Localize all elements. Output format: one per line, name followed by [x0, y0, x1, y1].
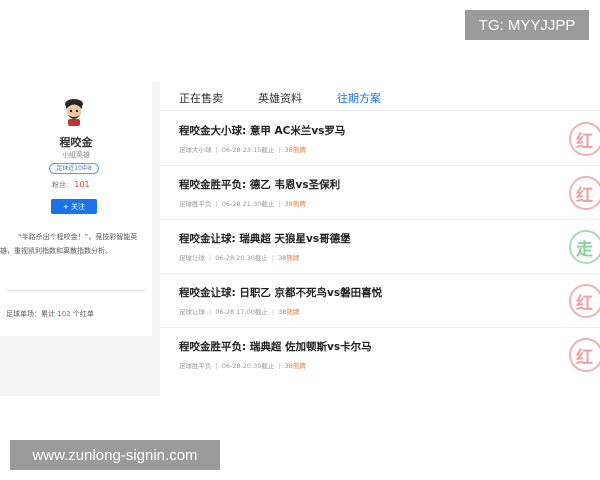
plan-item[interactable]: 程咬金胜平负: 瑞典超 佐加顿斯vs卡尔马 足球胜平负 | 06-28 20:30截…	[160, 328, 600, 381]
divider	[6, 290, 146, 291]
plan-deadline: 06-28 23:15截止	[221, 146, 275, 154]
expert-quote: “半路杀出个程咬金！”，竞技彩智能英雄，重视凯利指数和离散指数分析。	[0, 233, 138, 255]
plan-category: 足球胜平负	[179, 200, 212, 208]
cumulative-record: 足球单场：累计 102 个红单	[6, 309, 94, 319]
plan-category: 足球让球	[179, 308, 205, 316]
cumulative-suffix: 个红单	[72, 310, 94, 318]
site-watermark: www.zunlong-signin.com	[10, 440, 220, 470]
expert-profile-card: 程咬金 小组英雄 足球近10中8 粉丝: 101 + 关注 “半路杀出个程咬金！”…	[0, 82, 152, 336]
cumulative-prefix: 足球单场：累计	[6, 310, 55, 318]
result-stamp-icon: 红	[566, 174, 600, 212]
fans-label: 粉丝:	[52, 181, 69, 189]
plan-sale: 38熊牌	[284, 146, 306, 154]
tab-on-sale[interactable]: 正在售卖	[179, 90, 223, 106]
expert-subtitle: 小组英雄	[62, 151, 90, 159]
stamp-text: 红	[576, 348, 593, 368]
avatar-icon	[65, 99, 83, 126]
plan-category: 足球让球	[179, 254, 205, 262]
stamp-text: 红	[576, 294, 593, 314]
plan-sale: 38熊牌	[278, 254, 300, 262]
result-stamp-icon: 红	[566, 282, 600, 320]
result-stamp-icon: 走	[566, 228, 600, 266]
plan-meta: 足球胜平负 | 06-28 20:30截止 | 38熊牌	[179, 362, 306, 370]
expert-name: 程咬金	[59, 136, 93, 149]
record-badge: 足球近10中8	[49, 163, 99, 174]
plan-item[interactable]: 程咬金让球: 日职乙 京都不死鸟vs磐田喜悦 足球让球 | 06-28 17:00截…	[160, 274, 600, 328]
plan-title[interactable]: 程咬金胜平负: 瑞典超 佐加顿斯vs卡尔马	[179, 339, 372, 354]
tab-hero-profile[interactable]: 英雄资料	[258, 90, 302, 106]
tg-watermark: TG: MYYJJPP	[465, 10, 589, 40]
fans-count: 101	[74, 180, 90, 189]
tab-past-plans[interactable]: 往期方案	[337, 90, 381, 106]
plan-deadline: 06-28 21:30截止	[221, 200, 275, 208]
plan-meta: 足球让球 | 06-28 17:00截止 | 38熊牌	[179, 308, 300, 316]
plan-deadline: 06-28 20:30截止	[215, 254, 268, 262]
plan-sale: 38熊牌	[278, 308, 300, 316]
tg-watermark-text: TG: MYYJJPP	[478, 16, 576, 34]
plan-title[interactable]: 程咬金让球: 日职乙 京都不死鸟vs磐田喜悦	[179, 285, 382, 300]
plan-item[interactable]: 程咬金胜平负: 德乙 韦恩vs圣保利 足球胜平负 | 06-28 21:30截止 | 3…	[160, 166, 600, 220]
plan-meta: 足球让球 | 06-28 20:30截止 | 38熊牌	[179, 254, 300, 262]
fans-stat: 粉丝: 101	[52, 180, 90, 190]
plan-category: 足球胜平负	[179, 362, 212, 370]
page-content: 程咬金 小组英雄 足球近10中8 粉丝: 101 + 关注 “半路杀出个程咬金！”…	[0, 82, 600, 396]
stamp-text: 红	[576, 186, 593, 206]
plan-sale: 38熊牌	[284, 200, 306, 208]
plan-sale: 38熊牌	[284, 362, 306, 370]
plan-title[interactable]: 程咬金让球: 瑞典超 天狼星vs哥德堡	[179, 231, 351, 246]
plan-item[interactable]: 程咬金让球: 瑞典超 天狼星vs哥德堡 足球让球 | 06-28 20:30截止 | 3…	[160, 220, 600, 274]
plan-title[interactable]: 程咬金大小球: 意甲 AC米兰vs罗马	[179, 123, 345, 138]
plans-panel: 正在售卖 英雄资料 往期方案 程咬金大小球: 意甲 AC米兰vs罗马 足球大小球…	[160, 82, 600, 396]
stamp-text: 走	[576, 240, 593, 260]
tab-bar: 正在售卖 英雄资料 往期方案	[160, 82, 600, 111]
result-stamp-icon: 红	[566, 120, 600, 158]
plan-meta: 足球大小球 | 06-28 23:15截止 | 38熊牌	[179, 146, 306, 154]
result-stamp-icon: 红	[566, 336, 600, 374]
plan-meta: 足球胜平负 | 06-28 21:30截止 | 38熊牌	[179, 200, 306, 208]
site-watermark-text: www.zunlong-signin.com	[32, 446, 198, 464]
cumulative-count: 102	[57, 310, 71, 318]
plan-title[interactable]: 程咬金胜平负: 德乙 韦恩vs圣保利	[179, 177, 340, 192]
stamp-text: 红	[576, 132, 593, 152]
avatar[interactable]	[62, 98, 86, 126]
plan-deadline: 06-28 20:30截止	[221, 362, 275, 370]
plan-category: 足球大小球	[179, 146, 212, 154]
follow-button[interactable]: + 关注	[51, 199, 97, 214]
plan-deadline: 06-28 17:00截止	[215, 308, 268, 316]
plan-item[interactable]: 程咬金大小球: 意甲 AC米兰vs罗马 足球大小球 | 06-28 23:15截止 |…	[160, 112, 600, 166]
